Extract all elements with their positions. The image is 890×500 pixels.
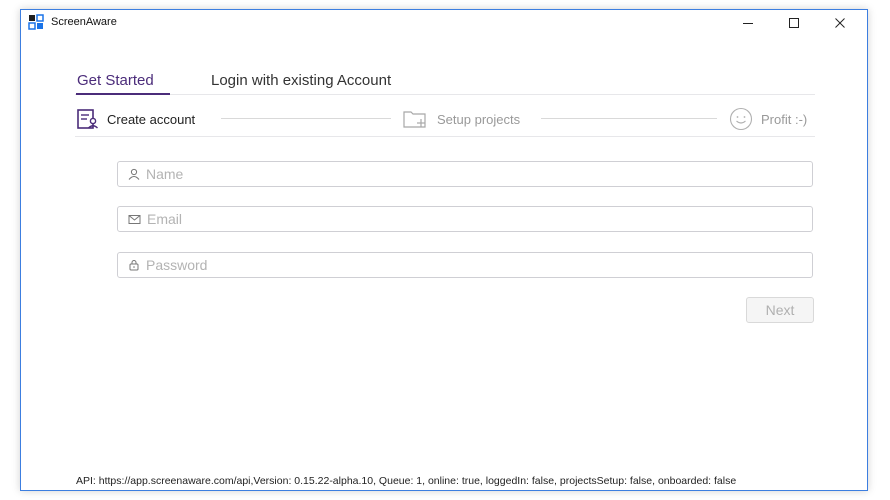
onboarding-steps: Create account Setup projects Profit:-) (75, 104, 815, 137)
create-account-icon (77, 109, 99, 129)
name-input[interactable] (144, 163, 812, 185)
status-bar: API: https://app.screenaware.com/api,Ver… (76, 475, 737, 487)
smiley-icon (729, 107, 753, 131)
name-field[interactable] (117, 161, 813, 187)
password-input[interactable] (144, 254, 812, 276)
mail-icon (128, 214, 141, 225)
close-icon (835, 18, 845, 28)
step-connector (221, 118, 391, 119)
user-icon (128, 168, 140, 180)
title-bar[interactable]: ScreenAware (21, 10, 867, 36)
step-setup-projects: Setup projects (403, 106, 520, 132)
password-field[interactable] (117, 252, 813, 278)
tab-login-existing-account[interactable]: Login with existing Account (211, 72, 391, 94)
lock-icon (128, 259, 140, 271)
step-connector (541, 118, 717, 119)
step-create-account-label: Create account (107, 111, 196, 127)
minimize-button[interactable] (725, 10, 771, 36)
minimize-icon (743, 23, 753, 24)
next-button[interactable]: Next (746, 297, 814, 323)
email-input[interactable] (145, 208, 812, 230)
step-setup-projects-label: Setup projects (437, 111, 521, 127)
step-create-account: Create account (77, 106, 195, 132)
app-window: ScreenAware Get Started Login with exist… (20, 9, 868, 491)
step-profit: Profit :-) (729, 106, 807, 132)
tab-get-started[interactable]: Get Started (76, 72, 170, 95)
app-icon (28, 14, 44, 30)
add-folder-icon (403, 109, 429, 129)
maximize-icon (789, 18, 799, 28)
step-profit-label: Profit :-) (761, 111, 808, 127)
auth-tabs: Get Started Login with existing Account (75, 72, 815, 95)
maximize-button[interactable] (771, 10, 817, 36)
email-field[interactable] (117, 206, 813, 232)
window-title: ScreenAware (51, 16, 117, 28)
close-button[interactable] (817, 10, 863, 36)
